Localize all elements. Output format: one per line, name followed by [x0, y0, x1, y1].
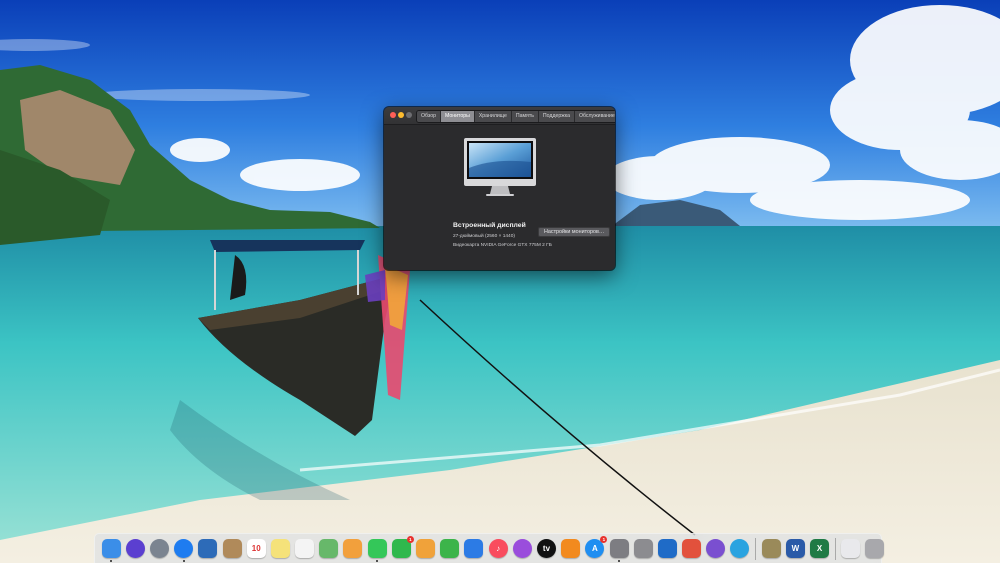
notification-badge: 1	[600, 536, 608, 543]
running-indicator	[618, 560, 621, 562]
excel-icon[interactable]: X	[810, 539, 830, 558]
system-preferences-icon[interactable]	[609, 539, 629, 562]
maps-icon[interactable]	[319, 539, 339, 558]
running-indicator	[376, 560, 379, 562]
messages-icon[interactable]	[367, 539, 387, 562]
tab-overview[interactable]: Обзор	[417, 111, 441, 122]
siri-icon[interactable]	[125, 539, 145, 558]
dock-separator	[834, 537, 836, 560]
calendar-glyph: 10	[251, 544, 261, 553]
trello-icon[interactable]	[657, 539, 677, 558]
facetime-icon[interactable]: 1	[391, 536, 414, 558]
apple-tv-icon[interactable]: tv	[536, 539, 556, 558]
reminders-icon[interactable]	[295, 539, 315, 558]
window-content: Встроенный дисплей 27-дюймовый (2560 × 1…	[384, 125, 615, 270]
notes-icon[interactable]	[270, 539, 290, 558]
podcasts-icon[interactable]	[512, 539, 532, 558]
preview-icon[interactable]	[761, 539, 781, 558]
window-titlebar[interactable]: Обзор Мониторы Хранилище Память Поддержк…	[384, 107, 615, 125]
tab-storage[interactable]: Хранилище	[474, 111, 512, 122]
apple-tv-glyph: tv	[542, 544, 551, 553]
running-indicator	[182, 560, 185, 562]
trash-icon[interactable]	[865, 539, 885, 558]
app-store-icon[interactable]: A1	[585, 536, 608, 558]
keynote-icon[interactable]	[464, 539, 484, 558]
display-settings-button[interactable]: Настройки мониторов…	[538, 227, 611, 237]
imac-icon	[464, 138, 536, 196]
close-button[interactable]	[390, 112, 396, 118]
tab-memory[interactable]: Память	[511, 111, 539, 122]
tab-service[interactable]: Обслуживание	[574, 111, 615, 122]
pages-icon[interactable]	[416, 539, 436, 558]
safari-icon[interactable]	[174, 539, 194, 562]
excel-glyph: X	[816, 544, 823, 553]
utility-red-icon[interactable]	[682, 539, 702, 558]
display-name: Встроенный дисплей	[453, 222, 526, 229]
disk-utility-icon[interactable]	[633, 539, 653, 558]
contacts-icon[interactable]	[222, 539, 242, 558]
finder-icon[interactable]	[101, 539, 121, 562]
tab-support[interactable]: Поддержка	[538, 111, 575, 122]
app-store-glyph: A	[591, 544, 598, 553]
photos-icon[interactable]	[343, 539, 363, 558]
dock-separator	[755, 537, 757, 560]
zoom-button[interactable]	[406, 112, 412, 118]
document-stack-icon[interactable]	[841, 539, 861, 558]
music-icon[interactable]: ♪	[488, 539, 508, 558]
display-resolution: 27-дюймовый (2560 × 1440)	[453, 234, 515, 239]
dock: 10 1 ♪ tv A 1 W X	[94, 533, 885, 563]
music-glyph: ♪	[496, 544, 501, 553]
notification-badge: 1	[406, 536, 414, 543]
telegram-icon[interactable]	[730, 539, 750, 558]
numbers-icon[interactable]	[440, 539, 460, 558]
photo-slideshow-icon[interactable]	[198, 539, 218, 558]
viber-icon[interactable]	[706, 539, 726, 558]
minimize-button[interactable]	[398, 112, 404, 118]
tab-bar: Обзор Мониторы Хранилище Память Поддержк…	[416, 110, 615, 123]
about-this-mac-window: Обзор Мониторы Хранилище Память Поддержк…	[384, 107, 615, 270]
running-indicator	[110, 560, 113, 562]
graphics-card: Видеокарта NVIDIA GeForce GTX 775M 2 ГБ	[453, 243, 552, 248]
desktop-wallpaper	[0, 0, 1000, 563]
word-icon[interactable]: W	[785, 539, 805, 558]
tab-displays[interactable]: Мониторы	[440, 111, 475, 122]
calendar-icon[interactable]: 10	[246, 539, 266, 558]
books-icon[interactable]	[561, 539, 581, 558]
word-glyph: W	[791, 544, 800, 553]
launchpad-icon[interactable]	[149, 539, 169, 558]
